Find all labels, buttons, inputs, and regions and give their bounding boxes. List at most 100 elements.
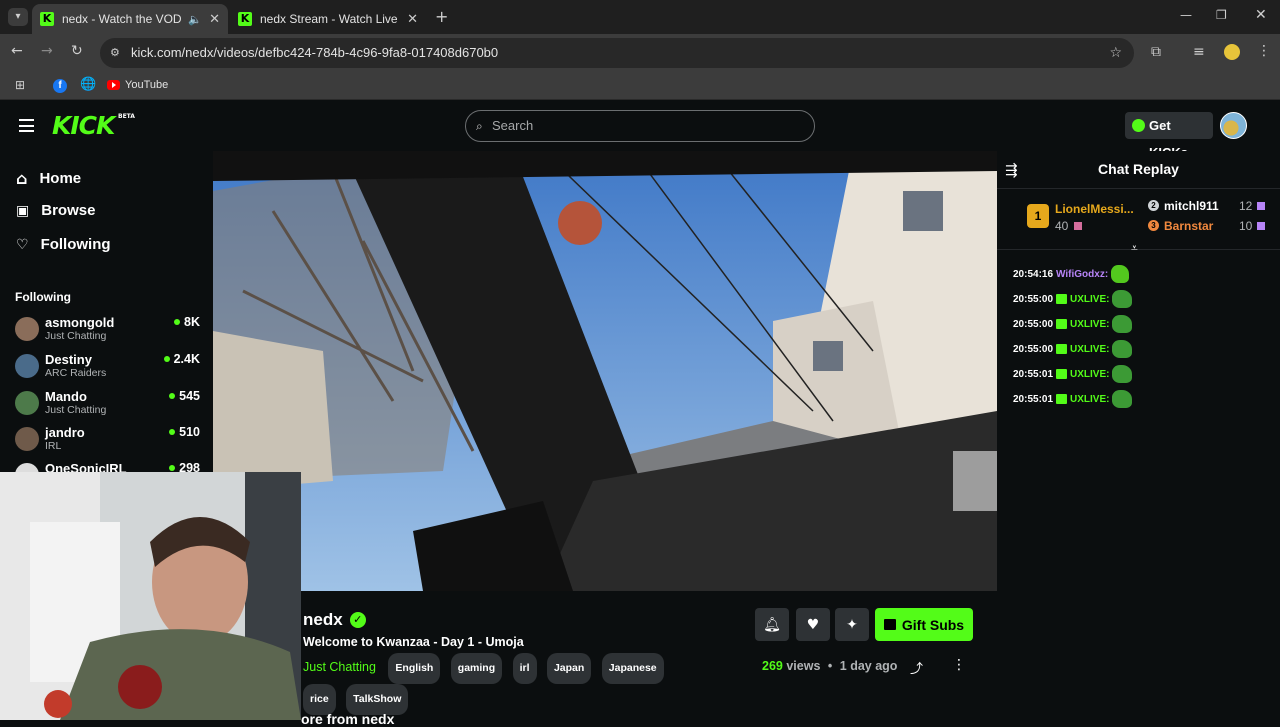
audio-playing-icon[interactable]: 🔈 bbox=[188, 13, 202, 26]
message-username[interactable]: UXLIVE: bbox=[1070, 369, 1109, 380]
tab-live[interactable]: K nedx Stream - Watch Live on K ✕ bbox=[230, 4, 426, 34]
channel-category: ARC Raiders bbox=[45, 367, 107, 379]
message-timestamp: 20:54:16 bbox=[1013, 268, 1054, 280]
nav-home[interactable]: ⌂ Home bbox=[16, 169, 81, 188]
video-player[interactable] bbox=[213, 151, 997, 591]
profile-avatar[interactable] bbox=[1224, 44, 1240, 60]
live-dot-icon bbox=[163, 356, 170, 362]
message-username[interactable]: WifiGodxz: bbox=[1056, 269, 1108, 280]
message-timestamp: 20:55:00 bbox=[1013, 318, 1054, 330]
channel-name: Destiny bbox=[45, 352, 92, 367]
gift-icon bbox=[1074, 222, 1082, 230]
nav-browse[interactable]: ▣ Browse bbox=[16, 202, 95, 219]
video-frame bbox=[213, 151, 997, 591]
more-from-heading: ore from nedx bbox=[301, 711, 395, 727]
tag[interactable]: irl bbox=[512, 653, 537, 684]
tab-search-icon[interactable]: ▾ bbox=[8, 8, 28, 26]
channel-name: nedx bbox=[303, 610, 343, 629]
tags-row: Just Chatting English gaming irl Japan J… bbox=[303, 653, 683, 715]
close-window-icon[interactable]: ✕ bbox=[1255, 7, 1267, 23]
bookmark-star-icon[interactable]: ☆ bbox=[1109, 38, 1122, 68]
browser-toolbar: ← → ↻ ⚙ kick.com/nedx/videos/defbc424-78… bbox=[0, 34, 1280, 72]
views-row: 269 views • 1 day ago bbox=[762, 659, 898, 673]
leader-count: 10 bbox=[1239, 219, 1253, 233]
chat-panel: ⇶ Chat Replay 1 LionelMessi... 40 2 mitc… bbox=[997, 151, 1280, 720]
live-dot-icon bbox=[169, 465, 176, 471]
follow-button[interactable]: ♥ bbox=[796, 608, 830, 641]
leaderboard-third[interactable]: 3 Barnstar 10 bbox=[1148, 219, 1268, 235]
rank-gold-badge: 1 bbox=[1027, 204, 1049, 228]
followed-channel[interactable]: asmongold Just Chatting 8K bbox=[15, 315, 200, 349]
browser-menu-icon[interactable]: ⋮ bbox=[1257, 43, 1271, 59]
gift-badge-icon bbox=[1056, 369, 1068, 379]
sparkle-button[interactable]: ✦ bbox=[835, 608, 869, 641]
followed-channel[interactable]: Destiny ARC Raiders 2.4K bbox=[15, 352, 200, 386]
minimize-icon[interactable]: — bbox=[1180, 8, 1192, 22]
gift-icon bbox=[1257, 202, 1265, 210]
category-link[interactable]: Just Chatting bbox=[303, 660, 376, 674]
hamburger-menu-icon[interactable] bbox=[19, 119, 34, 132]
live-dot-icon bbox=[174, 319, 181, 325]
site-header: KICK BETA ⌕ Search Get KICKs bbox=[0, 100, 1280, 160]
leader-name: Barnstar bbox=[1164, 219, 1214, 233]
media-control-icon[interactable]: ≡ bbox=[1193, 44, 1205, 60]
close-tab-icon[interactable]: ✕ bbox=[407, 11, 418, 27]
notification-bell-button[interactable]: 🔔︎ bbox=[755, 608, 789, 641]
tag[interactable]: gaming bbox=[450, 653, 503, 684]
channel-category: Just Chatting bbox=[45, 404, 107, 416]
message-username[interactable]: UXLIVE: bbox=[1070, 294, 1109, 305]
site-info-icon[interactable]: ⚙ bbox=[110, 38, 120, 68]
gift-subs-button[interactable]: Gift Subs bbox=[875, 608, 973, 641]
sidebar: ⌂ Home ▣ Browse ♡ Following Following as… bbox=[0, 151, 213, 487]
search-input[interactable]: ⌕ Search bbox=[465, 110, 815, 142]
tab-title: nedx - Watch the VOD on K bbox=[62, 12, 182, 26]
reload-icon[interactable]: ↻ bbox=[71, 43, 83, 59]
get-kicks-button[interactable]: Get KICKs bbox=[1125, 112, 1213, 160]
maximize-icon[interactable]: ❐ bbox=[1216, 8, 1227, 22]
gift-badge-icon bbox=[1056, 294, 1068, 304]
tab-vod[interactable]: K nedx - Watch the VOD on K 🔈 ✕ bbox=[32, 4, 228, 34]
tag[interactable]: English bbox=[388, 653, 441, 684]
channel-name: jandro bbox=[45, 425, 85, 440]
bell-icon: 🔔︎ bbox=[763, 616, 781, 633]
sparkle-icon: ✦ bbox=[846, 616, 858, 633]
new-tab-icon[interactable]: + bbox=[435, 7, 448, 26]
facebook-bookmark-icon[interactable]: f bbox=[53, 79, 67, 93]
youtube-bookmark[interactable]: YouTube bbox=[107, 79, 168, 91]
more-options-icon[interactable]: ⋮ bbox=[952, 657, 966, 673]
followed-channel[interactable]: Mando Just Chatting 545 bbox=[15, 389, 200, 423]
globe-bookmark-icon[interactable]: 🌐 bbox=[80, 77, 96, 92]
leader-count: 12 bbox=[1239, 199, 1253, 213]
chat-message: 20:55:01 UXLIVE: bbox=[1013, 365, 1133, 383]
expand-leaderboard-icon[interactable]: ⩡ bbox=[1131, 241, 1138, 256]
close-tab-icon[interactable]: ✕ bbox=[209, 11, 220, 27]
message-timestamp: 20:55:01 bbox=[1013, 393, 1054, 405]
nav-following[interactable]: ♡ Following bbox=[16, 236, 111, 253]
nav-label: Following bbox=[40, 236, 111, 253]
channel-name-row[interactable]: nedx ✓ bbox=[303, 610, 366, 630]
emote-icon bbox=[1112, 315, 1133, 333]
leaderboard-second[interactable]: 2 mitchl911 12 bbox=[1148, 199, 1268, 215]
tag[interactable]: Japan bbox=[546, 653, 592, 684]
forward-icon[interactable]: → bbox=[41, 43, 53, 59]
nav-label: Home bbox=[39, 170, 82, 187]
gift-icon bbox=[883, 619, 896, 630]
message-username[interactable]: UXLIVE: bbox=[1070, 344, 1109, 355]
back-icon[interactable]: ← bbox=[11, 43, 23, 59]
leader-count: 40 bbox=[1055, 219, 1069, 233]
apps-grid-icon[interactable]: ⊞ bbox=[15, 78, 25, 92]
avatar bbox=[15, 354, 39, 378]
avatar bbox=[15, 317, 39, 341]
extensions-icon[interactable]: ⧉ bbox=[1151, 44, 1161, 60]
address-bar[interactable]: ⚙ kick.com/nedx/videos/defbc424-784b-4c9… bbox=[100, 38, 1134, 68]
user-avatar[interactable] bbox=[1220, 112, 1247, 139]
message-username[interactable]: UXLIVE: bbox=[1070, 319, 1109, 330]
followed-channel[interactable]: jandro IRL 510 bbox=[15, 425, 200, 459]
kick-logo[interactable]: KICK BETA bbox=[52, 111, 135, 140]
webcam-overlay bbox=[0, 472, 301, 720]
tag[interactable]: Japanese bbox=[601, 653, 664, 684]
channel-category: Just Chatting bbox=[45, 330, 107, 342]
share-icon[interactable]: ⤴ bbox=[910, 658, 923, 677]
message-username[interactable]: UXLIVE: bbox=[1070, 394, 1109, 405]
emote-icon bbox=[1112, 340, 1133, 358]
